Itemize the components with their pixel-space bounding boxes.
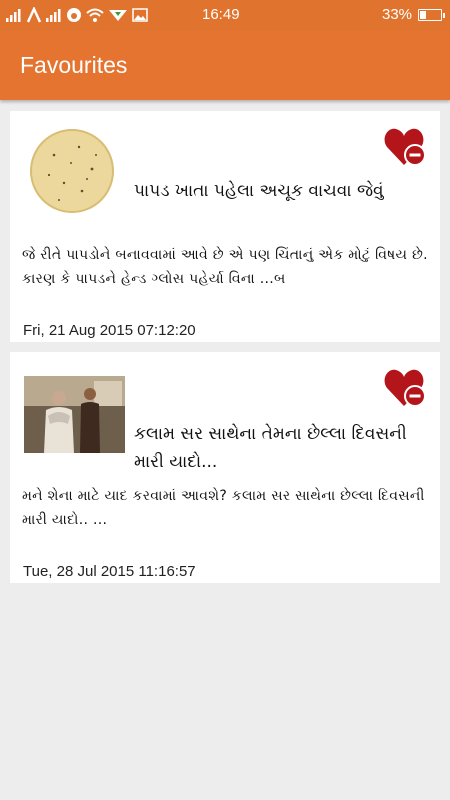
notification-icon [109, 10, 127, 21]
papad-thumbnail [24, 125, 121, 222]
airtel-icon [26, 7, 42, 23]
page-title: Favourites [20, 52, 128, 78]
favourite-snippet: મને શેના માટે યાદ કરવામાં આવશે? કલામ સર … [22, 488, 425, 528]
status-icons [6, 6, 148, 24]
favourite-card[interactable]: કલામ સર સાથેના તેમના છેલ્લા દિવસની મારી … [10, 352, 440, 583]
image-icon [132, 8, 148, 22]
wifi-icon [86, 8, 104, 22]
favourite-card[interactable]: પાપડ ખાતા પહેલા અચૂક વાચવા જેવું જે રીતે… [10, 111, 440, 342]
favourite-date: Fri, 21 Aug 2015 07:12:20 [23, 322, 196, 339]
people-thumbnail [24, 376, 125, 453]
favourite-title: કલામ સર સાથેના તેમના છેલ્લા દિવસની મારી … [134, 424, 407, 472]
signal-icon-2 [46, 9, 61, 22]
favourite-date: Tue, 28 Jul 2015 11:16:57 [23, 563, 196, 580]
heart-remove-icon[interactable] [384, 366, 428, 408]
favourite-snippet: જે રીતે પાપડોને બનાવવામાં આવે છે એ પણ ચિ… [22, 247, 428, 287]
vodafone-icon [67, 8, 81, 22]
signal-icon [6, 9, 21, 22]
app-bar: Favourites [0, 30, 450, 100]
battery-icon [418, 9, 445, 21]
favourite-title: પાપડ ખાતા પહેલા અચૂક વાચવા જેવું [134, 181, 384, 201]
status-time: 16:49 [202, 6, 240, 23]
battery-percent: 33% [382, 6, 413, 23]
heart-remove-icon[interactable] [384, 125, 428, 167]
status-bar: 16:49 33% [0, 0, 450, 30]
